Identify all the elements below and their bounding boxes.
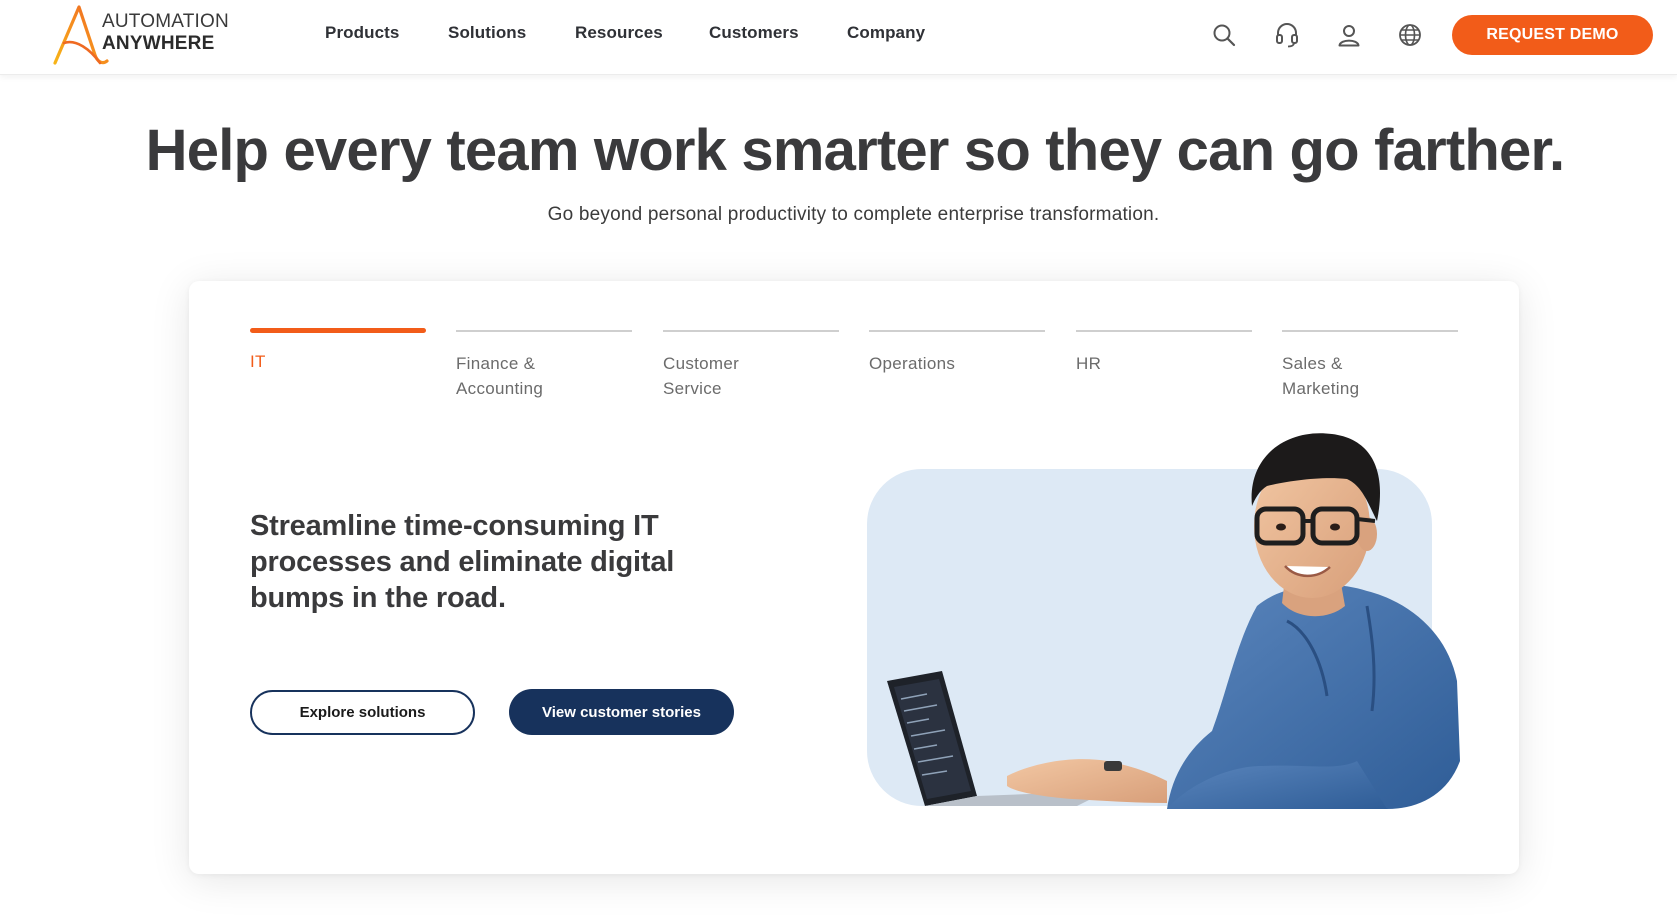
tab-label: Finance & Accounting [456, 354, 544, 398]
tab-divider [456, 330, 632, 332]
tab-indicator [250, 328, 426, 333]
tab-finance-accounting[interactable]: Finance & Accounting [456, 330, 632, 401]
hero-title: Help every team work smarter so they can… [145, 118, 1565, 183]
nav-solutions[interactable]: Solutions [448, 23, 526, 43]
headset-icon[interactable] [1272, 20, 1302, 50]
logo-text-line2: ANYWHERE [102, 33, 215, 54]
tab-divider [1282, 330, 1458, 332]
view-customer-stories-button[interactable]: View customer stories [509, 689, 734, 735]
nav-products[interactable]: Products [325, 23, 399, 43]
tab-label: IT [250, 352, 266, 371]
nav-company[interactable]: Company [847, 23, 925, 43]
nav-customers[interactable]: Customers [709, 23, 799, 43]
tab-sales-marketing[interactable]: Sales & Marketing [1282, 330, 1458, 401]
solutions-card: IT Finance & Accounting Customer Service… [189, 281, 1519, 874]
tab-label: HR [1076, 354, 1102, 373]
hero-subtitle: Go beyond personal productivity to compl… [547, 204, 1160, 225]
nav-resources[interactable]: Resources [575, 23, 663, 43]
tab-label: Customer Service [663, 354, 740, 398]
tab-hr[interactable]: HR [1076, 330, 1252, 376]
search-icon[interactable] [1209, 20, 1239, 50]
logo-text-line1: AUTOMATION [102, 11, 229, 32]
request-demo-button[interactable]: REQUEST DEMO [1452, 15, 1653, 55]
tab-operations[interactable]: Operations [869, 330, 1045, 376]
user-icon[interactable] [1334, 20, 1364, 50]
tab-label: Sales & Marketing [1282, 354, 1360, 398]
tab-customer-service[interactable]: Customer Service [663, 330, 839, 401]
site-header: AUTOMATION ANYWHERE Products Solutions R… [0, 0, 1677, 75]
automation-anywhere-logo[interactable]: AUTOMATION ANYWHERE [52, 3, 242, 69]
tab-label: Operations [869, 354, 956, 373]
explore-solutions-button[interactable]: Explore solutions [250, 690, 475, 735]
tab-divider [1076, 330, 1252, 332]
panel-headline: Streamline time-consuming IT processes a… [250, 510, 675, 614]
tab-it[interactable]: IT [250, 328, 426, 374]
tab-divider [869, 330, 1045, 332]
man-with-laptop-image [867, 433, 1460, 809]
globe-icon[interactable] [1395, 20, 1425, 50]
tab-divider [663, 330, 839, 332]
